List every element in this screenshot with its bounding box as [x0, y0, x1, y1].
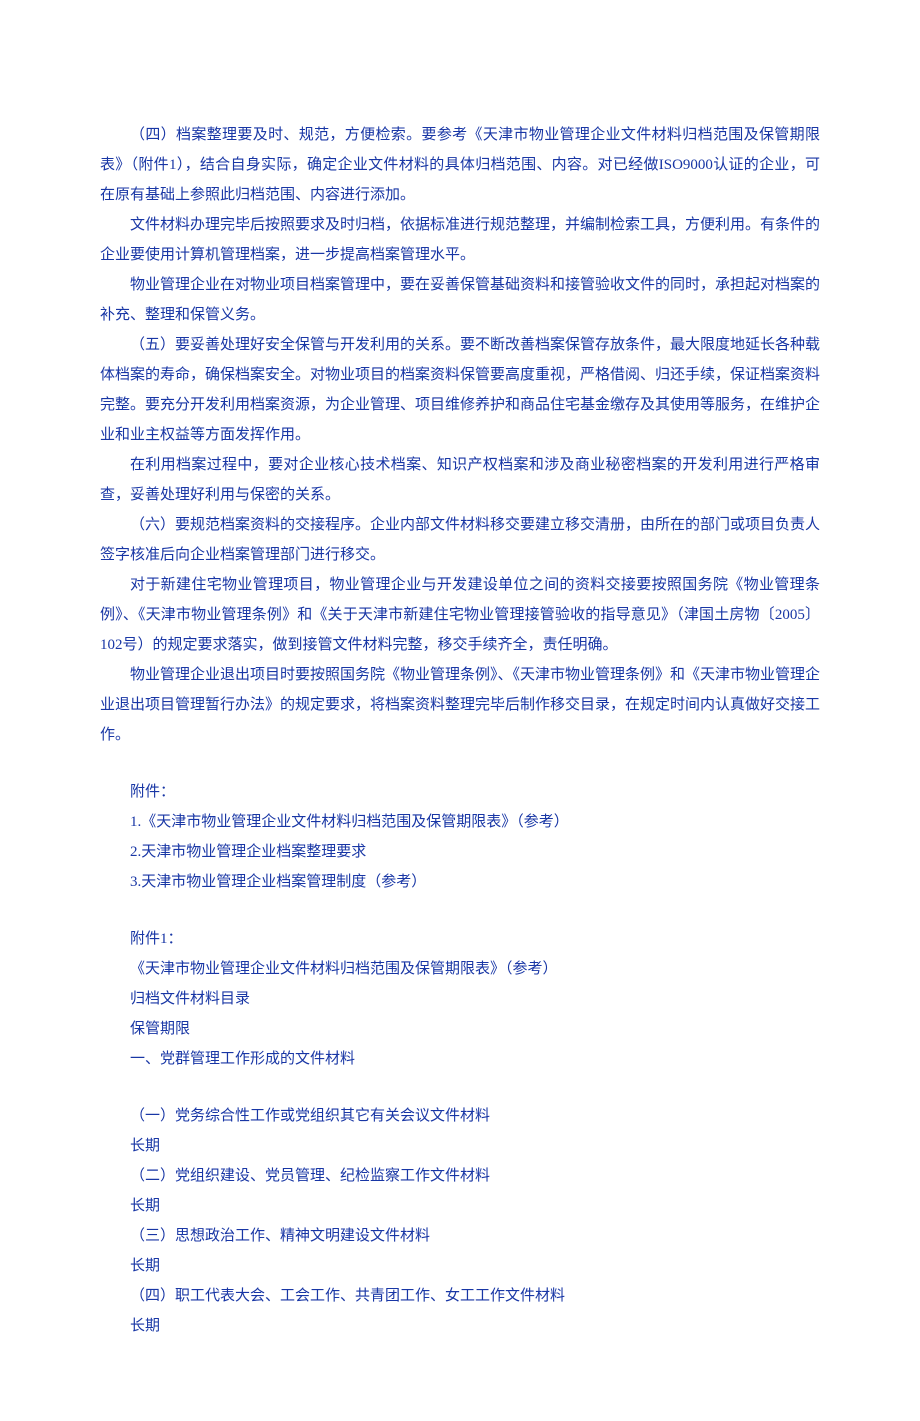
attachments-heading: 附件： — [100, 777, 820, 807]
list-item-1-period: 长期 — [100, 1131, 820, 1161]
list-item-2: （二）党组织建设、党员管理、纪检监察工作文件材料 — [100, 1161, 820, 1191]
paragraph-4: （四）档案整理要及时、规范，方便检索。要参考《天津市物业管理企业文件材料归档范围… — [100, 120, 820, 210]
list-item-3-period: 长期 — [100, 1251, 820, 1281]
blank-line — [100, 750, 820, 777]
paragraph-new-res: 对于新建住宅物业管理项目，物业管理企业与开发建设单位之间的资料交接要按照国务院《… — [100, 570, 820, 660]
annex1-heading: 附件1： — [100, 924, 820, 954]
paragraph-project: 物业管理企业在对物业项目档案管理中，要在妥善保管基础资料和接管验收文件的同时，承… — [100, 270, 820, 330]
paragraph-confidential: 在利用档案过程中，要对企业核心技术档案、知识产权档案和涉及商业秘密档案的开发利用… — [100, 450, 820, 510]
list-item-1: （一）党务综合性工作或党组织其它有关会议文件材料 — [100, 1101, 820, 1131]
document-page: （四）档案整理要及时、规范，方便检索。要参考《天津市物业管理企业文件材料归档范围… — [0, 0, 920, 1421]
blank-line — [100, 1074, 820, 1101]
annex1-sub2: 保管期限 — [100, 1014, 820, 1044]
annex1-section: 一、党群管理工作形成的文件材料 — [100, 1044, 820, 1074]
attachment-item-2: 2.天津市物业管理企业档案整理要求 — [100, 837, 820, 867]
paragraph-5: （五）要妥善处理好安全保管与开发利用的关系。要不断改善档案保管存放条件，最大限度… — [100, 330, 820, 450]
annex1-title: 《天津市物业管理企业文件材料归档范围及保管期限表》（参考） — [100, 954, 820, 984]
list-item-2-period: 长期 — [100, 1191, 820, 1221]
attachment-item-1: 1.《天津市物业管理企业文件材料归档范围及保管期限表》（参考） — [100, 807, 820, 837]
list-item-3: （三）思想政治工作、精神文明建设文件材料 — [100, 1221, 820, 1251]
paragraph-exit: 物业管理企业退出项目时要按照国务院《物业管理条例》、《天津市物业管理条例》和《天… — [100, 660, 820, 750]
attachment-item-3: 3.天津市物业管理企业档案管理制度（参考） — [100, 867, 820, 897]
list-item-4-period: 长期 — [100, 1311, 820, 1341]
annex1-sub1: 归档文件材料目录 — [100, 984, 820, 1014]
blank-line — [100, 897, 820, 924]
paragraph-6: （六）要规范档案资料的交接程序。企业内部文件材料移交要建立移交清册，由所在的部门… — [100, 510, 820, 570]
list-item-4: （四）职工代表大会、工会工作、共青团工作、女工工作文件材料 — [100, 1281, 820, 1311]
paragraph-filing: 文件材料办理完毕后按照要求及时归档，依据标准进行规范整理，并编制检索工具，方便利… — [100, 210, 820, 270]
